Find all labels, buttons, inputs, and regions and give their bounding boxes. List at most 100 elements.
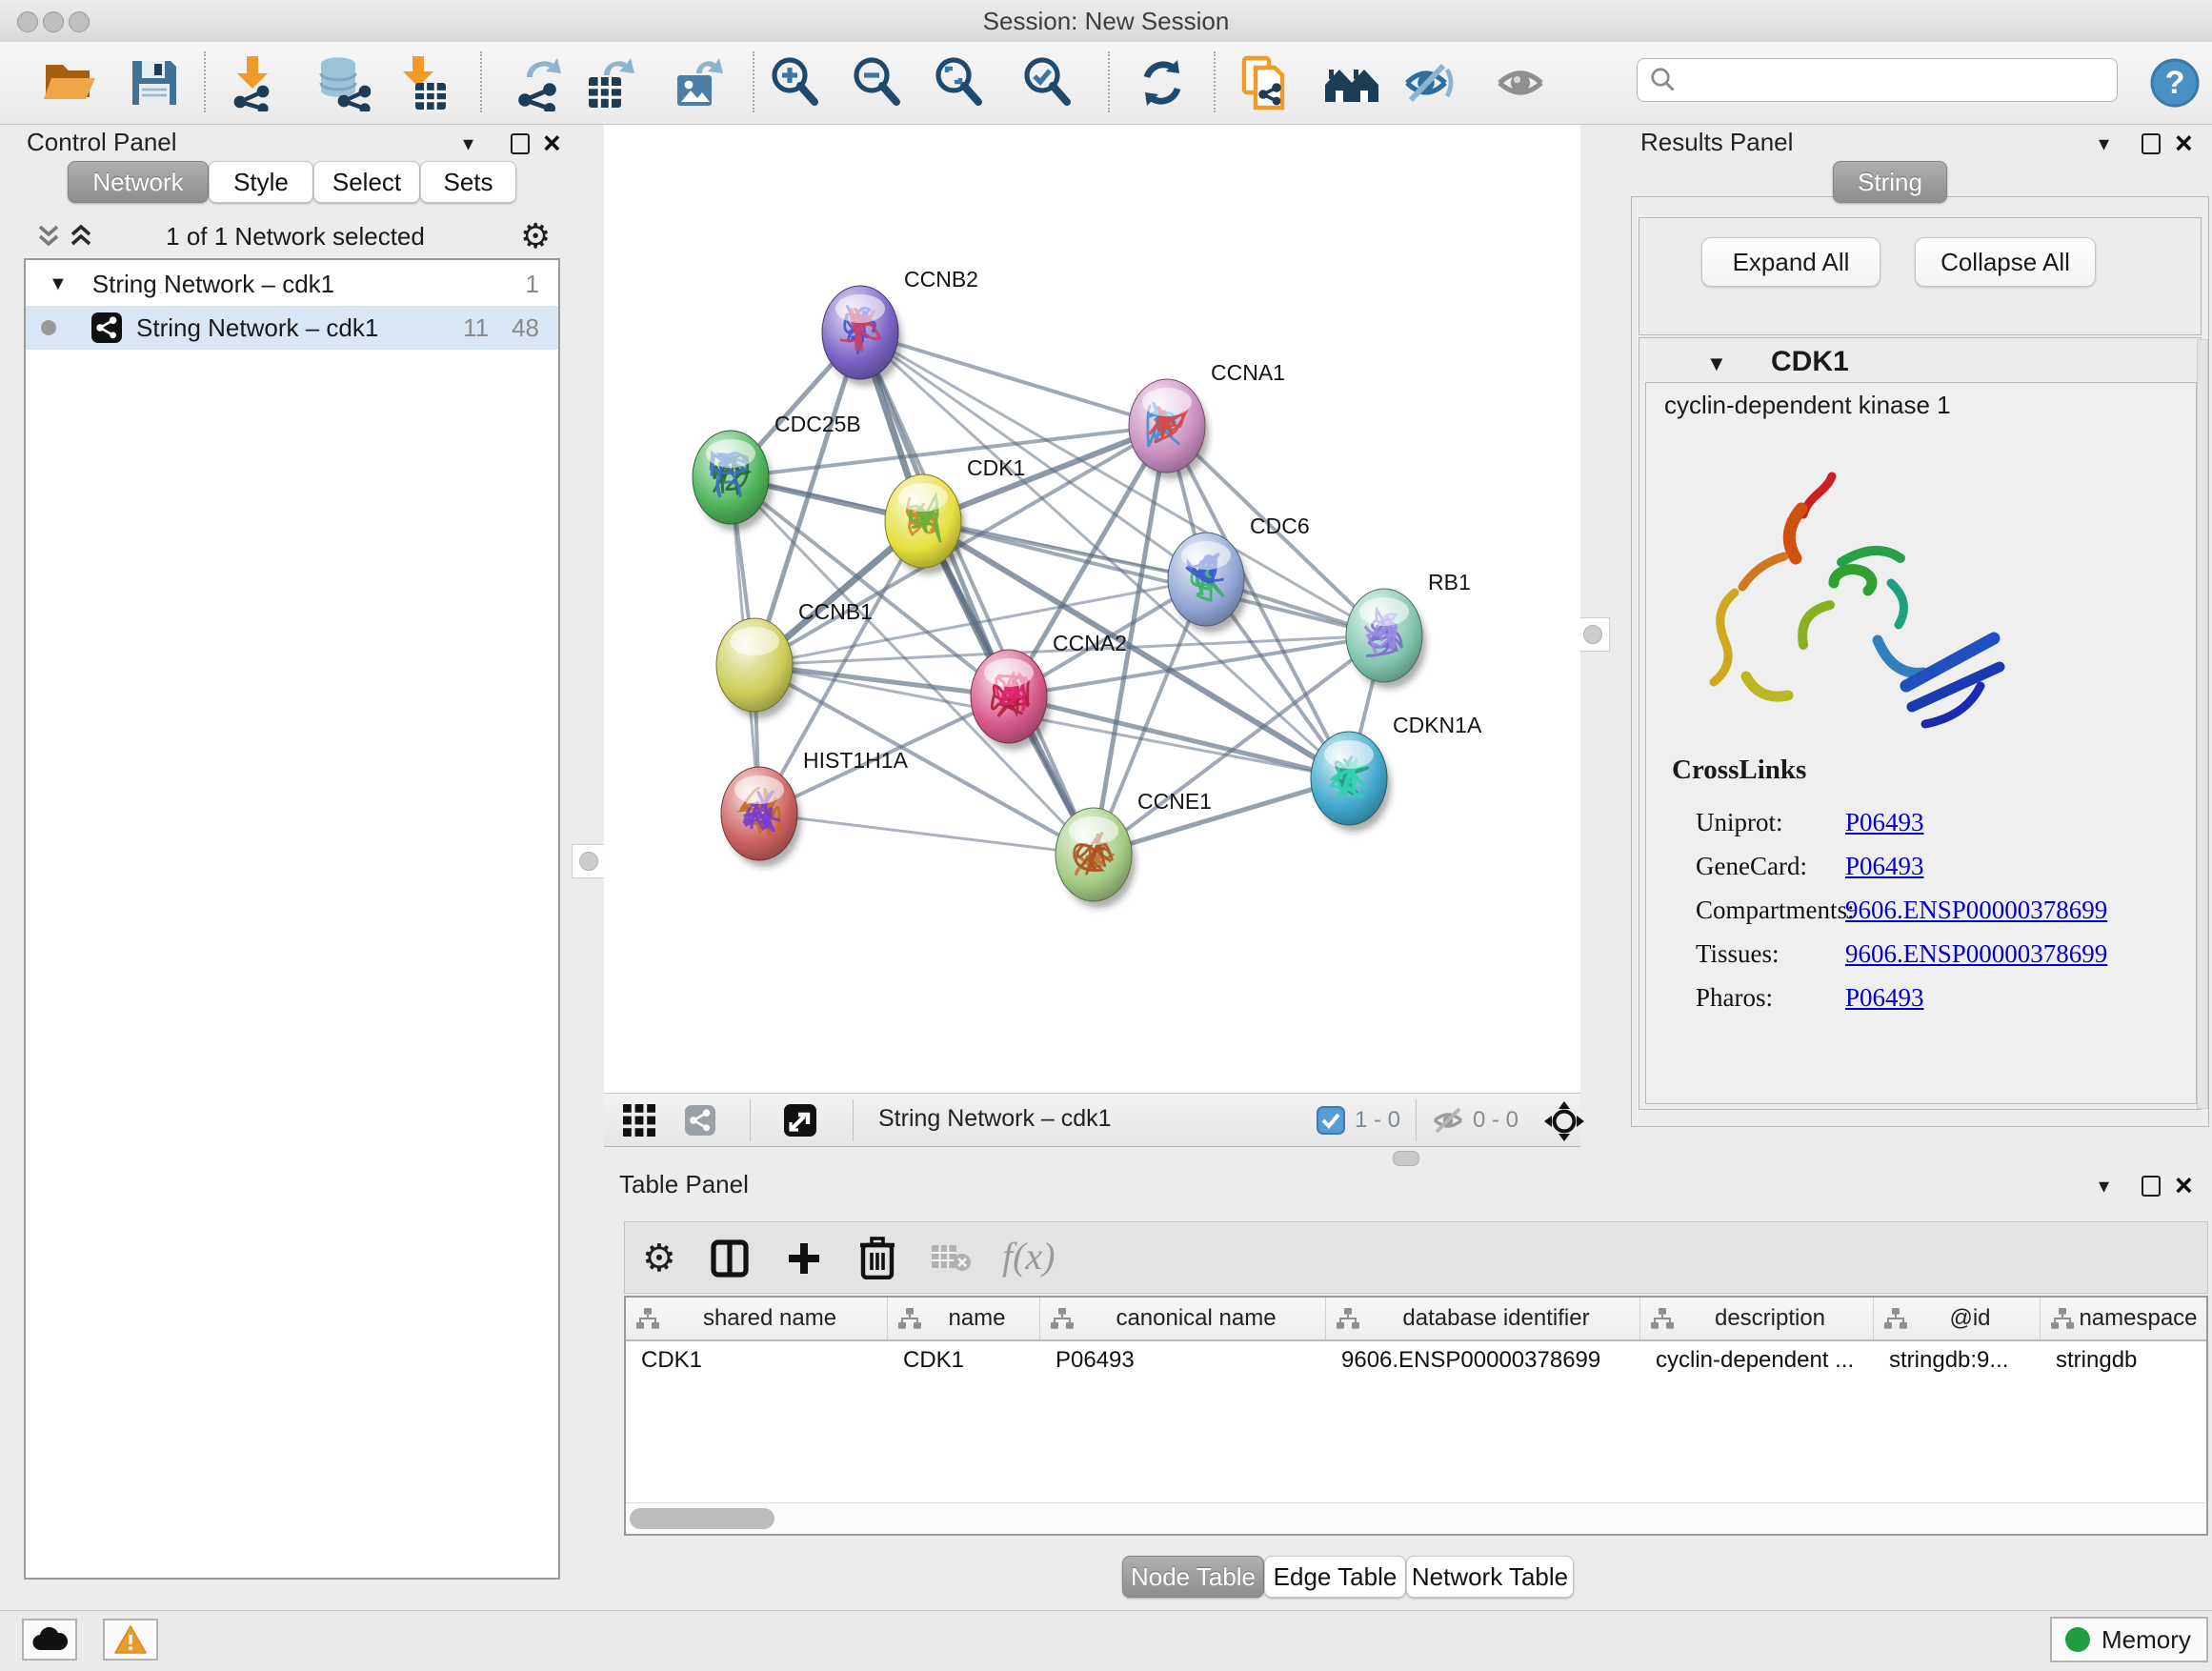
hide-selected-icon[interactable] — [1401, 53, 1460, 112]
table-toolbar: ⚙ — [624, 1221, 2208, 1294]
warning-status-button[interactable] — [103, 1619, 158, 1661]
right-splitter-handle[interactable] — [1576, 617, 1610, 652]
crosslink-link[interactable]: 9606.ENSP00000378699 — [1845, 896, 2107, 925]
show-graphics-details-icon[interactable] — [1494, 53, 1553, 112]
collapse-all-button[interactable]: Collapse All — [1915, 237, 2096, 287]
column-header-canonical-name[interactable]: canonical name — [1040, 1298, 1326, 1339]
gene-section: ▼ CDK1 cyclin-dependent kinase 1 — [1639, 337, 2202, 1110]
network-node-CCNA1[interactable]: CCNA1 — [1129, 360, 1285, 479]
gene-collapse-icon[interactable]: ▼ — [1706, 352, 1727, 376]
help-icon[interactable]: ? — [2145, 53, 2204, 112]
tab-edge-table[interactable]: Edge Table — [1264, 1556, 1406, 1598]
collection-expand-icon[interactable]: ▼ — [49, 273, 68, 295]
table-panel-title: Table Panel — [619, 1170, 749, 1199]
table-row[interactable]: CDK1CDK1P064939606.ENSP00000378699cyclin… — [626, 1339, 2208, 1381]
left-splitter-handle[interactable] — [572, 844, 606, 878]
network-collection-row[interactable]: ▼ String Network – cdk1 1 — [26, 262, 558, 306]
network-node-RB1[interactable]: RB1 — [1346, 570, 1471, 689]
column-header--id[interactable]: @id — [1874, 1298, 2041, 1339]
import-network-database-icon[interactable] — [313, 53, 372, 112]
network-row[interactable]: String Network – cdk1 11 48 — [26, 306, 558, 350]
birdseye-toggle-icon[interactable] — [1543, 1100, 1585, 1142]
table-settings-gear-icon[interactable]: ⚙ — [642, 1239, 676, 1278]
network-node-HIST1H1A[interactable]: HIST1H1A — [721, 748, 909, 867]
tab-string[interactable]: String — [1833, 161, 1947, 203]
delete-table-icon[interactable] — [930, 1243, 972, 1274]
crosslink-row: Compartments:9606.ENSP00000378699 — [1696, 888, 2172, 932]
add-column-icon[interactable] — [785, 1239, 823, 1278]
node-label: CCNE1 — [1137, 789, 1212, 814]
selected-checkbox-icon[interactable] — [1317, 1106, 1345, 1135]
results-scrollbar[interactable] — [2197, 339, 2208, 1109]
split-view-icon[interactable] — [711, 1239, 749, 1278]
import-table-file-icon[interactable] — [392, 53, 452, 112]
column-header-description[interactable]: description — [1640, 1298, 1874, 1339]
crosslinks-list: Uniprot:P06493GeneCard:P06493Compartment… — [1696, 800, 2172, 1019]
home-icon[interactable] — [1322, 53, 1381, 112]
tab-select[interactable]: Select — [313, 161, 420, 203]
tab-network[interactable]: Network — [68, 161, 209, 203]
column-header-label: canonical name — [1075, 1305, 1317, 1332]
import-network-file-icon[interactable] — [223, 53, 282, 112]
results-panel-collapse-icon[interactable]: ▾ — [2099, 131, 2109, 156]
tab-sets[interactable]: Sets — [420, 161, 516, 203]
expand-all-button[interactable]: Expand All — [1701, 237, 1880, 287]
network-node-CDKN1A[interactable]: CDKN1A — [1311, 713, 1482, 832]
crosslink-link[interactable]: P06493 — [1845, 852, 1924, 881]
table-cell: CDK1 — [888, 1339, 1040, 1381]
svg-text:?: ? — [2165, 65, 2185, 101]
network-graph[interactable]: CCNB2CCNA1CDC25BCDK1CDC6RB1CCNB1CCNA2CDK… — [604, 125, 1580, 1093]
hidden-count: 0 - 0 — [1473, 1107, 1518, 1134]
collapse-all-networks-icon[interactable] — [34, 221, 63, 252]
control-panel-float-icon[interactable] — [511, 133, 530, 154]
protein-structure-image — [1689, 450, 2022, 755]
function-builder-icon[interactable]: f(x) — [1002, 1234, 1056, 1278]
tab-network-table[interactable]: Network Table — [1406, 1556, 1574, 1598]
memory-button[interactable]: Memory — [2050, 1617, 2208, 1662]
search-input[interactable] — [1678, 66, 2105, 94]
refresh-icon[interactable] — [1133, 53, 1192, 112]
toolbar-search — [1637, 58, 2118, 102]
zoom-selected-icon[interactable] — [1018, 53, 1077, 112]
network-node-CCNB1[interactable]: CCNB1 — [716, 599, 873, 718]
zoom-out-icon[interactable] — [848, 53, 907, 112]
open-session-icon[interactable] — [40, 53, 99, 112]
results-panel-float-icon[interactable] — [2142, 133, 2161, 154]
network-node-CCNE1[interactable]: CCNE1 — [1056, 789, 1212, 908]
save-session-icon[interactable] — [125, 53, 184, 112]
column-header-name[interactable]: name — [888, 1298, 1040, 1339]
zoom-fit-icon[interactable] — [930, 53, 989, 112]
export-network-icon[interactable] — [509, 53, 568, 112]
bottom-splitter-handle[interactable] — [1393, 1151, 1419, 1166]
column-header-database-identifier[interactable]: database identifier — [1326, 1298, 1640, 1339]
network-canvas[interactable]: CCNB2CCNA1CDC25BCDK1CDC6RB1CCNB1CCNA2CDK… — [604, 125, 1580, 1093]
tab-style[interactable]: Style — [209, 161, 313, 203]
grid-view-icon[interactable] — [623, 1104, 655, 1137]
zoom-in-icon[interactable] — [766, 53, 825, 112]
table-panel-collapse-icon[interactable]: ▾ — [2099, 1174, 2109, 1198]
copy-network-icon[interactable] — [1237, 53, 1296, 112]
expand-all-networks-icon[interactable] — [67, 219, 95, 252]
results-panel-close-icon[interactable]: × — [2175, 128, 2193, 158]
network-options-gear-icon[interactable]: ⚙ — [520, 219, 551, 253]
export-table-icon[interactable] — [582, 53, 641, 112]
main-toolbar: ? — [0, 42, 2212, 125]
tab-node-table[interactable]: Node Table — [1122, 1556, 1264, 1598]
column-header-namespace[interactable]: namespace — [2041, 1298, 2208, 1339]
scrollbar-thumb[interactable] — [630, 1508, 774, 1529]
open-in-new-window-icon[interactable] — [783, 1103, 817, 1137]
control-panel-collapse-icon[interactable]: ▾ — [463, 131, 473, 156]
crosslink-link[interactable]: P06493 — [1845, 808, 1924, 837]
delete-column-trash-icon[interactable] — [857, 1236, 897, 1279]
cloud-status-button[interactable] — [22, 1619, 77, 1661]
network-badge-icon[interactable] — [684, 1104, 716, 1137]
column-header-shared-name[interactable]: shared name — [626, 1298, 888, 1339]
table-panel-close-icon[interactable]: × — [2175, 1170, 2193, 1200]
crosslink-link[interactable]: 9606.ENSP00000378699 — [1845, 939, 2107, 969]
network-node-CDC6[interactable]: CDC6 — [1168, 513, 1310, 633]
crosslink-link[interactable]: P06493 — [1845, 983, 1924, 1013]
export-image-icon[interactable] — [671, 53, 730, 112]
hidden-eye-icon[interactable] — [1431, 1105, 1467, 1136]
control-panel-close-icon[interactable]: × — [543, 128, 561, 158]
table-panel-float-icon[interactable] — [2142, 1176, 2161, 1197]
